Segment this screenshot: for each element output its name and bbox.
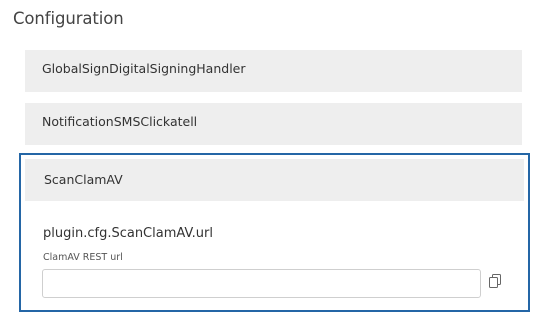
- plugin-name: NotificationSMSClickatell: [42, 114, 198, 129]
- plugin-name: ScanClamAV: [44, 172, 123, 187]
- configuration-page: Configuration GlobalSignDigitalSigningHa…: [0, 0, 543, 330]
- clamav-url-input[interactable]: [42, 269, 481, 298]
- copy-button[interactable]: [486, 273, 504, 291]
- copy-icon: [489, 273, 501, 292]
- plugin-header-notification-sms[interactable]: NotificationSMSClickatell: [25, 103, 522, 145]
- plugin-panel-scanclamav: ScanClamAV plugin.cfg.ScanClamAV.url Cla…: [19, 153, 530, 312]
- plugin-name: GlobalSignDigitalSigningHandler: [42, 61, 246, 76]
- setting-key-label: plugin.cfg.ScanClamAV.url: [43, 226, 213, 241]
- plugin-header-globalsign[interactable]: GlobalSignDigitalSigningHandler: [25, 50, 522, 92]
- plugin-header-scanclamav[interactable]: ScanClamAV: [25, 159, 524, 201]
- section-title: Configuration: [13, 9, 124, 28]
- setting-description: ClamAV REST url: [43, 252, 123, 263]
